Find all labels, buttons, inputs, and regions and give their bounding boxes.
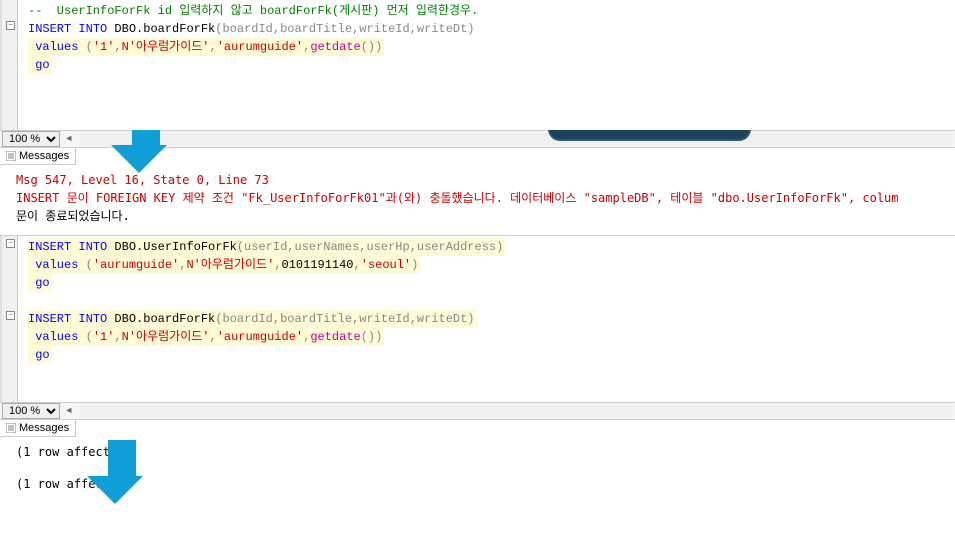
scroll-left-icon[interactable]: ◄ (62, 404, 76, 418)
error-detail: INSERT 문이 FOREIGN KEY 제약 조건 "Fk_UserInfo… (16, 189, 939, 207)
sql-go: go (28, 56, 52, 74)
messages-tab[interactable]: Messages (0, 148, 76, 165)
collapse-toggle-icon[interactable]: − (6, 239, 15, 248)
zoom-select[interactable]: 100 % (2, 131, 60, 147)
rows-affected-line: (1 row affected) (16, 443, 939, 461)
sql-insert-statement: INSERT INTO DBO.UserInfoForFk(userId,use… (28, 238, 505, 256)
scroll-left-icon[interactable]: ◄ (62, 132, 76, 146)
code-editor-pane-2[interactable]: − INSERT INTO DBO.UserInfoForFk(userId,u… (0, 235, 955, 402)
sql-values-clause: values ('1',N'아우럼가이드','aurumguide',getda… (28, 38, 384, 56)
sql-values-clause: values ('aurumguide',N'아우럼가이드',010119114… (28, 256, 420, 274)
code-editor-pane-1[interactable]: -- UserInfoForFk id 입력하지 않고 boardForFk(게… (0, 0, 955, 130)
rows-affected-line: (1 row affected) (16, 475, 939, 493)
collapse-toggle-icon[interactable]: − (6, 21, 15, 30)
messages-tab[interactable]: Messages (0, 420, 76, 437)
horizontal-scrollbar[interactable] (80, 132, 953, 146)
terminated-line: 문이 종료되었습니다. (16, 207, 939, 225)
arrow-down-icon (101, 440, 143, 504)
editor-gutter (2, 0, 18, 130)
sql-comment: -- UserInfoForFk id 입력하지 않고 boardForFk(게… (28, 4, 478, 18)
zoom-select[interactable]: 100 % (2, 403, 60, 419)
messages-tabbar: Messages (0, 420, 955, 437)
messages-tab-label: Messages (19, 422, 69, 434)
error-line: Msg 547, Level 16, State 0, Line 73 (16, 171, 939, 189)
sql-insert-statement: INSERT INTO DBO.boardForFk(boardId,board… (28, 310, 477, 328)
messages-tab-label: Messages (19, 150, 69, 162)
sql-go: go (28, 274, 52, 292)
messages-output-1[interactable]: Msg 547, Level 16, State 0, Line 73 INSE… (0, 165, 955, 231)
messages-icon (6, 151, 16, 161)
messages-icon (6, 423, 16, 433)
collapse-toggle-icon[interactable]: − (6, 311, 15, 320)
zoom-toolbar: 100 % ◄ (0, 402, 955, 420)
sql-go: go (28, 346, 52, 364)
sql-values-clause: values ('1',N'아우럼가이드','aurumguide',getda… (28, 328, 384, 346)
sql-insert-statement: INSERT INTO DBO.boardForFk(boardId,board… (20, 20, 955, 38)
horizontal-scrollbar[interactable] (80, 404, 953, 418)
messages-output-2[interactable]: (1 row affected) (1 row affected) (0, 437, 955, 499)
